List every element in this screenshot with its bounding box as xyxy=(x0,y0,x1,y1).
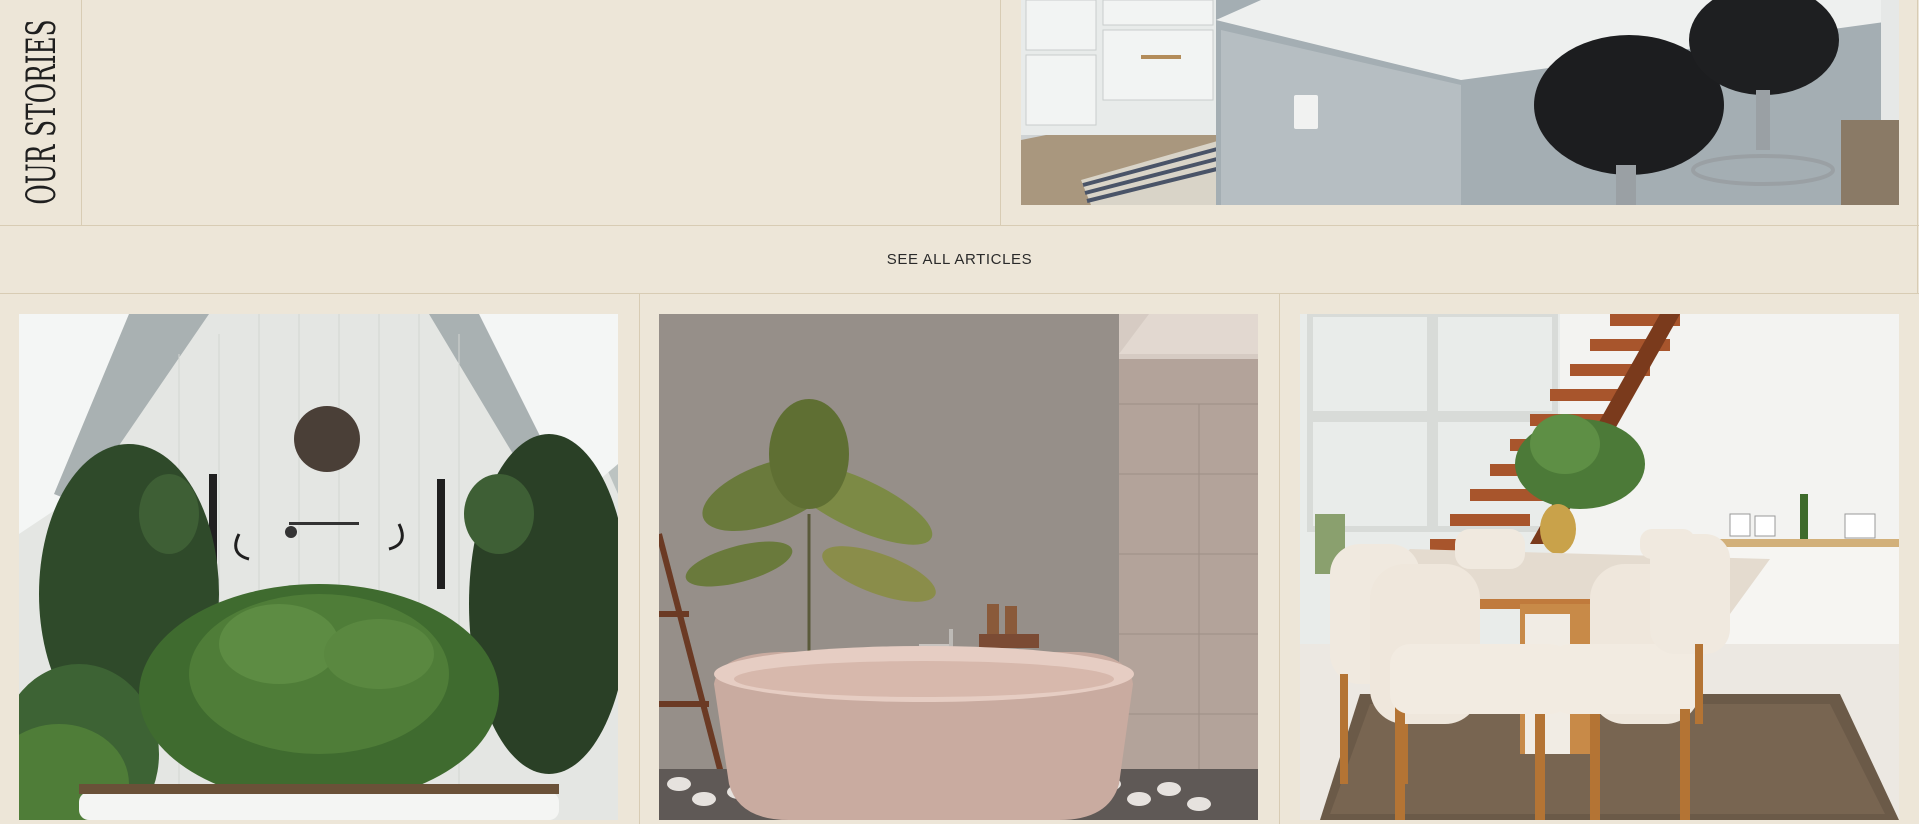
pink-bathtub-photo xyxy=(659,314,1258,820)
section-title: OUR STORIES xyxy=(19,0,65,261)
article-card xyxy=(0,294,640,824)
article-card-image[interactable] xyxy=(1300,314,1899,820)
see-all-row: SEE ALL ARTICLES xyxy=(0,226,1919,294)
attic-bathroom-photo xyxy=(19,314,618,820)
dining-room-photo xyxy=(1300,314,1899,820)
article-card-image[interactable] xyxy=(19,314,618,820)
article-card xyxy=(1280,294,1919,824)
section-title-text: OUR STORIES xyxy=(19,19,65,205)
kitchen-photo xyxy=(1021,0,1899,205)
see-all-articles-link[interactable]: SEE ALL ARTICLES xyxy=(887,251,1033,268)
featured-article-image[interactable] xyxy=(1021,0,1899,205)
section-title-column: OUR STORIES xyxy=(0,0,82,225)
article-card xyxy=(640,294,1280,824)
article-card-image[interactable] xyxy=(659,314,1258,820)
stories-header-section: OUR STORIES xyxy=(0,0,1919,226)
article-cards-row xyxy=(0,294,1919,824)
header-spacer xyxy=(82,0,1001,225)
